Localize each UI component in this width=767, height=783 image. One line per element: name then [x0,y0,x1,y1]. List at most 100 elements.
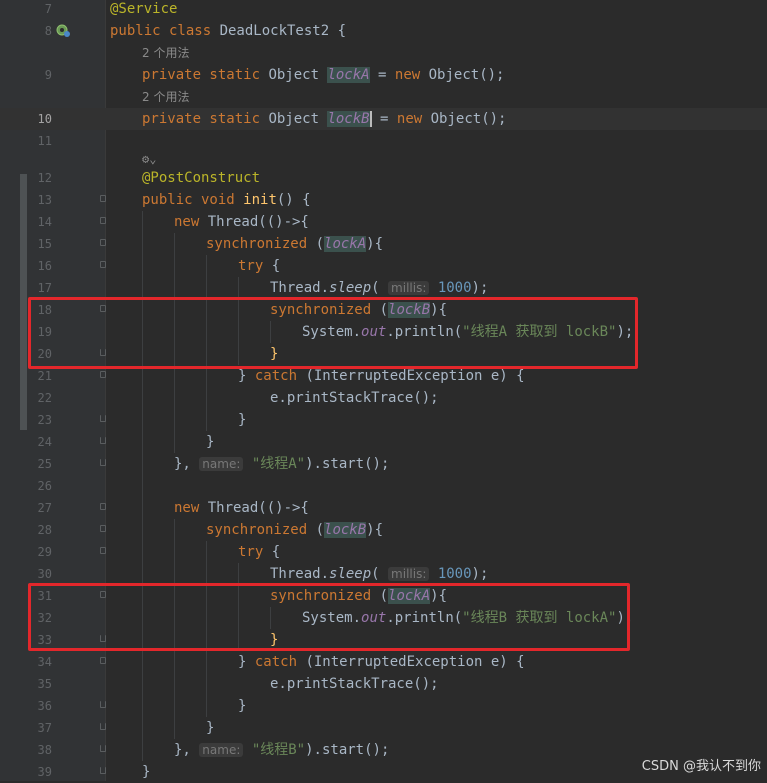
lockA-field-declaration: private static Object lockA = new Object… [142,67,505,83]
line-number: 15 [37,237,52,251]
code-line[interactable]: 34 } catch (InterruptedException e) { [0,651,767,673]
fold-marker[interactable] [100,261,106,268]
code-line[interactable]: 17 Thread.sleep( millis: 1000); [0,277,767,299]
code-line[interactable]: 26 [0,475,767,497]
fold-marker[interactable] [100,657,106,664]
post-construct-annotation: @PostConstruct [142,170,261,186]
spring-bean-icon[interactable] [56,23,70,37]
code-editor[interactable]: 7 @Service 8 public class DeadLockTest2 … [0,0,767,781]
close-brace: } [206,434,215,450]
line-number: 7 [44,2,52,16]
thread-a-start: }, name: "线程A").start(); [174,456,390,472]
line-number: 30 [37,567,52,581]
thread-sleep-call: Thread.sleep( millis: 1000); [270,566,489,582]
close-brace: } [238,412,247,428]
synchronized-lockA: synchronized (lockA){ [206,236,384,252]
line-number: 13 [37,193,52,207]
code-line[interactable]: 25 }, name: "线程A").start(); [0,453,767,475]
new-thread-b: new Thread(()->{ [174,500,309,516]
code-line[interactable]: 35 e.printStackTrace(); [0,673,767,695]
code-line[interactable]: 14 new Thread(()->{ [0,211,767,233]
line-number: 36 [37,699,52,713]
thread-sleep-call: Thread.sleep( millis: 1000); [270,280,489,296]
line-number: 8 [44,24,52,38]
fold-marker[interactable] [100,415,106,422]
line-number: 35 [37,677,52,691]
usage-hint-row: 2 个用法 [0,42,767,64]
print-stack-trace: e.printStackTrace(); [270,390,439,406]
usage-hint[interactable]: 2 个用法 [142,42,189,64]
line-number: 10 [37,112,52,126]
line-number: 26 [37,479,52,493]
code-line[interactable]: 7 @Service [0,0,767,20]
fold-marker[interactable] [100,371,106,378]
lockB-field-declaration: private static Object lockB = new Object… [142,111,507,127]
fold-marker[interactable] [100,547,106,554]
current-code-line[interactable]: 10 private static Object lockB = new Obj… [0,108,767,130]
line-number: 9 [44,68,52,82]
code-line[interactable]: 12 @PostConstruct [0,167,767,189]
fold-marker[interactable] [100,195,106,202]
close-brace: } [206,720,215,736]
code-line[interactable]: 13 public void init() { [0,189,767,211]
code-line[interactable]: 23 } [0,409,767,431]
line-number: 38 [37,743,52,757]
fold-marker[interactable] [100,525,106,532]
line-number: 28 [37,523,52,537]
watermark: CSDN @我认不到你 [641,759,761,774]
line-number: 22 [37,391,52,405]
parameter-hint: name: [199,457,244,471]
service-annotation: @Service [110,1,178,17]
line-number: 14 [37,215,52,229]
usage-hint[interactable]: 2 个用法 [142,86,189,108]
close-brace: } [238,698,247,714]
fold-marker[interactable] [100,437,106,444]
fold-marker[interactable] [100,723,106,730]
code-line[interactable]: 15 synchronized (lockA){ [0,233,767,255]
fold-marker[interactable] [100,239,106,246]
catch-block: } catch (InterruptedException e) { [238,654,525,670]
code-line[interactable]: 8 public class DeadLockTest2 { [0,20,767,42]
parameter-hint: millis: [388,281,430,295]
code-line[interactable]: 27 new Thread(()->{ [0,497,767,519]
init-method-declaration: public void init() { [142,192,311,208]
line-number: 24 [37,435,52,449]
line-number: 23 [37,413,52,427]
line-number: 17 [37,281,52,295]
class-declaration: public class DeadLockTest2 { [110,23,347,39]
line-number: 39 [37,765,52,779]
code-line[interactable]: 24 } [0,431,767,453]
fold-marker[interactable] [100,701,106,708]
code-line[interactable]: 9 private static Object lockA = new Obje… [0,64,767,86]
thread-b-start: }, name: "线程B").start(); [174,742,390,758]
new-thread-a: new Thread(()->{ [174,214,309,230]
try-block: try { [238,544,281,560]
code-line[interactable]: 29 try { [0,541,767,563]
code-line[interactable]: 30 Thread.sleep( millis: 1000); [0,563,767,585]
parameter-hint: millis: [388,567,430,581]
code-line[interactable]: 22 e.printStackTrace(); [0,387,767,409]
line-number: 27 [37,501,52,515]
fold-marker[interactable] [100,503,106,510]
code-line[interactable]: 37 } [0,717,767,739]
fold-marker[interactable] [100,745,106,752]
line-number: 12 [37,171,52,185]
close-brace: } [142,764,151,780]
synchronized-lockB: synchronized (lockB){ [206,522,384,538]
print-stack-trace: e.printStackTrace(); [270,676,439,692]
code-line[interactable]: 36 } [0,695,767,717]
line-number: 34 [37,655,52,669]
fold-marker[interactable] [100,767,106,774]
highlight-box-thread-a [28,297,638,369]
parameter-hint: name: [199,743,244,757]
fold-marker[interactable] [100,459,106,466]
line-number: 25 [37,457,52,471]
code-line[interactable]: 16 try { [0,255,767,277]
code-line[interactable]: 28 synchronized (lockB){ [0,519,767,541]
line-number: 29 [37,545,52,559]
usage-hint-row: 2 个用法 [0,86,767,108]
line-number: 16 [37,259,52,273]
fold-marker[interactable] [100,217,106,224]
try-block: try { [238,258,281,274]
line-number: 37 [37,721,52,735]
